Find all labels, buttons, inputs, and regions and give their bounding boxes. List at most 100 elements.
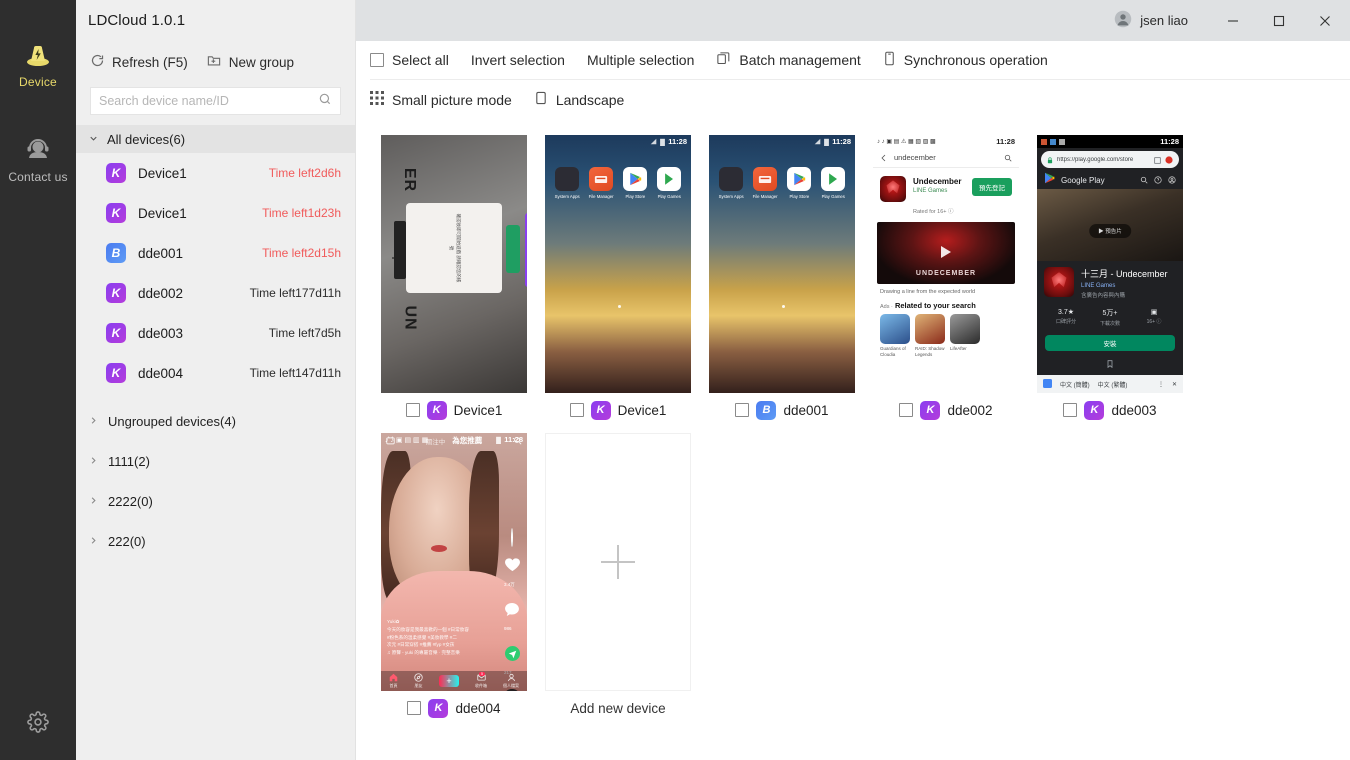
comment-button[interactable]: 986 — [504, 601, 520, 635]
close-button[interactable] — [1302, 0, 1348, 41]
device-card-checkbox[interactable] — [570, 403, 584, 417]
group-ungrouped-devices[interactable]: Ungrouped devices(4) — [76, 401, 355, 441]
device-screen-preview[interactable]: 11:28 System Apps — [709, 135, 855, 393]
new-group-button[interactable]: New group — [206, 53, 294, 71]
device-screen-preview[interactable]: 11:28 https://play.google.com/store — [1037, 135, 1183, 393]
share-icon — [504, 645, 520, 661]
add-new-device-tile[interactable] — [545, 433, 691, 691]
like-button[interactable]: 3.4万 — [504, 557, 520, 591]
new-group-label: New group — [229, 55, 294, 70]
browser-address-bar[interactable]: https://play.google.com/store — [1041, 151, 1179, 168]
device-card-checkbox[interactable] — [899, 403, 913, 417]
add-new-device-card[interactable]: Add new device — [536, 433, 700, 725]
play-button-icon[interactable] — [941, 246, 951, 258]
back-arrow-icon[interactable] — [880, 149, 888, 167]
nav-create[interactable]: + — [439, 675, 459, 687]
maximize-button[interactable] — [1256, 0, 1302, 41]
wishlist-icon[interactable] — [1037, 355, 1183, 373]
stat-key: 16+ ⓘ — [1132, 318, 1176, 325]
refresh-icon — [90, 53, 105, 71]
related-app-name: LifeAfter — [950, 346, 980, 352]
device-card-checkbox[interactable] — [407, 701, 421, 715]
related-app[interactable]: Guardians of Cloudia — [880, 314, 910, 358]
device-badge: K — [920, 401, 940, 420]
play-video-preview[interactable]: UNDECEMBER — [877, 222, 1015, 284]
device-list-item[interactable]: K Device1 Time left1d23h — [76, 193, 355, 233]
app-system-apps[interactable]: System Apps — [553, 167, 581, 199]
search-box[interactable] — [90, 87, 341, 115]
play-search-bar[interactable]: undecember — [873, 148, 1019, 168]
rail-item-contact-us-label: Contact us — [8, 170, 67, 184]
related-app[interactable]: LifeAfter — [950, 314, 980, 358]
creator-avatar[interactable] — [511, 529, 513, 547]
overflow-menu-icon[interactable]: ⋮ — [1158, 381, 1164, 388]
translate-option-simplified[interactable]: 中文 (簡體) — [1060, 380, 1090, 389]
checkbox-icon[interactable] — [370, 53, 384, 67]
batch-management-button[interactable]: Batch management — [716, 51, 860, 69]
add-new-device-label: Add new device — [570, 701, 665, 716]
device-screen-preview[interactable]: ♪ ♪ ▣ ▤ ▥ ▦ 11:28 關注中 — [381, 433, 527, 691]
group-all-devices[interactable]: All devices(6) — [76, 125, 355, 153]
group-1111[interactable]: 1111(2) — [76, 441, 355, 481]
translate-option-traditional[interactable]: 中文 (繁體) — [1098, 380, 1128, 389]
device-screen-preview[interactable]: ER UN 確認後即可開始遊戲 請確認您的帳號 — [381, 135, 527, 393]
settings-button[interactable] — [0, 711, 76, 738]
nav-inbox[interactable]: 5 收件箱 — [475, 673, 487, 689]
app-file-manager[interactable]: File Manager — [751, 167, 779, 199]
group-222[interactable]: 222(0) — [76, 521, 355, 561]
landscape-button[interactable]: Landscape — [534, 91, 625, 108]
nav-friends[interactable]: 朋友 — [414, 673, 423, 689]
group-label: 222(0) — [108, 534, 146, 549]
device-icon — [25, 40, 51, 70]
reader-mode-icon[interactable] — [1154, 151, 1161, 169]
app-label: Play Store — [625, 194, 645, 199]
account-icon[interactable] — [1168, 171, 1176, 189]
device-list-item[interactable]: K dde004 Time left147d11h — [76, 353, 355, 393]
device-card-checkbox[interactable] — [735, 403, 749, 417]
play-related-heading: Ads · Related to your search — [873, 298, 1019, 310]
invert-selection-label: Invert selection — [471, 52, 565, 68]
select-all-button[interactable]: Select all — [370, 52, 449, 68]
refresh-button[interactable]: Refresh (F5) — [90, 53, 188, 71]
browser-install-button[interactable]: 安裝 — [1045, 335, 1175, 351]
browser-app-developer[interactable]: LINE Games — [1081, 283, 1176, 289]
rail-item-contact-us[interactable]: Contact us — [0, 123, 76, 192]
app-play-games[interactable]: Play Games — [655, 167, 683, 199]
search-icon[interactable] — [1004, 149, 1012, 167]
synchronous-operation-button[interactable]: Synchronous operation — [883, 51, 1048, 69]
device-list-item[interactable]: K dde002 Time left177d11h — [76, 273, 355, 313]
device-list-item[interactable]: K dde003 Time left7d5h — [76, 313, 355, 353]
device-card-checkbox[interactable] — [1063, 403, 1077, 417]
app-file-manager[interactable]: File Manager — [587, 167, 615, 199]
search-icon[interactable] — [1140, 171, 1148, 189]
invert-selection-button[interactable]: Invert selection — [471, 52, 565, 68]
small-picture-mode-button[interactable]: Small picture mode — [370, 91, 512, 108]
tiktok-screen: ♪ ♪ ▣ ▤ ▥ ▦ 11:28 關注中 — [381, 433, 527, 691]
device-list-item[interactable]: K Device1 Time left2d6h — [76, 153, 355, 193]
extension-icon[interactable] — [1165, 151, 1173, 169]
chevron-right-icon — [88, 454, 99, 469]
nav-label: 首頁 — [390, 683, 398, 689]
trailer-chip[interactable]: ▶ 預告片 — [1089, 224, 1131, 238]
device-screen-preview[interactable]: ♪ ♪ ▣ ▤ ⚠ ▦ ▧ ▨ ▩ 11:28 undecember — [873, 135, 1019, 393]
rail-item-device[interactable]: Device — [0, 28, 76, 97]
app-play-games[interactable]: Play Games — [819, 167, 847, 199]
nav-home[interactable]: 首頁 — [389, 673, 398, 689]
play-install-button[interactable]: 預先登記 — [972, 178, 1012, 196]
search-icon[interactable] — [318, 92, 332, 111]
user-account[interactable]: jsen liao — [1114, 10, 1188, 31]
close-icon[interactable]: ✕ — [1172, 381, 1177, 388]
app-play-store[interactable]: Play Store — [621, 167, 649, 199]
minimize-button[interactable] — [1210, 0, 1256, 41]
help-icon[interactable] — [1154, 171, 1162, 189]
device-screen-preview[interactable]: 11:28 System Apps — [545, 135, 691, 393]
nav-profile[interactable]: 個人檔案 — [503, 673, 519, 689]
app-play-store[interactable]: Play Store — [785, 167, 813, 199]
device-card-checkbox[interactable] — [406, 403, 420, 417]
group-2222[interactable]: 2222(0) — [76, 481, 355, 521]
related-app[interactable]: RAID: Shadow Legends — [915, 314, 945, 358]
multiple-selection-button[interactable]: Multiple selection — [587, 52, 694, 68]
app-system-apps[interactable]: System Apps — [717, 167, 745, 199]
device-list-item[interactable]: B dde001 Time left2d15h — [76, 233, 355, 273]
search-input[interactable] — [99, 94, 318, 108]
